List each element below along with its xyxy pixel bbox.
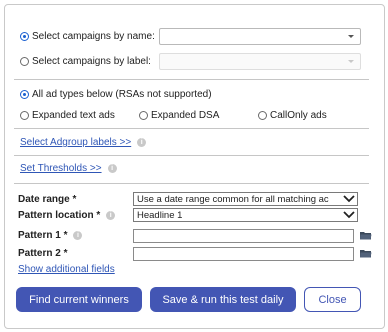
divider [14,155,369,156]
info-icon[interactable]: i [137,138,147,147]
info-icon[interactable]: i [107,164,117,173]
campaign-label-select [159,53,361,70]
thresholds-row: Set Thresholds >> i [20,163,117,174]
save-and-run-button[interactable]: Save & run this test daily [150,287,296,312]
folder-icon[interactable] [360,231,372,240]
select-by-label-label: Select campaigns by label: [32,56,151,67]
expanded-text-ads-radio[interactable] [20,111,29,120]
select-by-name-label: Select campaigns by name: [32,31,155,42]
info-icon[interactable]: i [106,211,116,220]
chevron-down-icon [343,195,355,203]
pattern-location-select[interactable]: Headline 1 [133,208,358,222]
pattern-location-label: Pattern location * [18,210,101,221]
show-additional-row: Show additional fields [18,264,115,275]
all-ad-types-option[interactable]: All ad types below (RSAs not supported) [20,89,212,100]
date-range-value: Use a date range common for all matching… [137,193,329,205]
pattern-2-input[interactable] [133,247,354,261]
callonly-ads-option[interactable]: CallOnly ads [258,110,327,121]
pattern-2-label: Pattern 2 * [18,248,68,259]
select-adgroup-labels-link[interactable]: Select Adgroup labels >> [20,137,131,148]
divider [14,79,369,80]
date-range-select[interactable]: Use a date range common for all matching… [133,192,358,206]
pattern-1-label: Pattern 1 * [18,230,68,241]
show-additional-fields-link[interactable]: Show additional fields [18,264,115,275]
find-current-winners-label: Find current winners [29,293,129,306]
pattern-location-label-row: Pattern location * i [18,210,116,221]
adgroup-labels-row: Select Adgroup labels >> i [20,137,147,148]
chevron-down-icon [343,211,355,219]
expanded-text-ads-option[interactable]: Expanded text ads [20,110,115,121]
callonly-ads-radio[interactable] [258,111,267,120]
divider [14,128,369,129]
folder-icon[interactable] [360,249,372,258]
callonly-ads-label: CallOnly ads [270,110,327,121]
pattern-1-input[interactable] [133,229,354,243]
pattern-location-value: Headline 1 [137,209,183,221]
close-button[interactable]: Close [304,287,361,312]
select-by-name-radio[interactable] [20,32,29,41]
pattern-1-label-row: Pattern 1 * i [18,230,83,241]
chevron-down-icon [348,35,354,38]
divider [14,183,369,184]
set-thresholds-link[interactable]: Set Thresholds >> [20,163,102,174]
date-range-label-row: Date range * [18,194,76,205]
save-and-run-label: Save & run this test daily [162,293,284,306]
expanded-dsa-option[interactable]: Expanded DSA [139,110,219,121]
date-range-label: Date range * [18,194,77,205]
chevron-down-icon [348,60,354,63]
expanded-dsa-label: Expanded DSA [151,110,220,121]
all-ad-types-label: All ad types below (RSAs not supported) [32,89,212,100]
info-icon[interactable]: i [73,231,83,240]
all-ad-types-radio[interactable] [20,90,29,99]
expanded-text-ads-label: Expanded text ads [32,110,115,121]
select-by-label-radio[interactable] [20,57,29,66]
close-label: Close [318,293,347,306]
find-current-winners-button[interactable]: Find current winners [16,287,142,312]
pattern-2-label-row: Pattern 2 * [18,248,67,259]
select-by-label-option[interactable]: Select campaigns by label: [20,56,151,67]
select-by-name-option[interactable]: Select campaigns by name: [20,31,155,42]
expanded-dsa-radio[interactable] [139,111,148,120]
campaign-name-select[interactable] [159,28,361,45]
